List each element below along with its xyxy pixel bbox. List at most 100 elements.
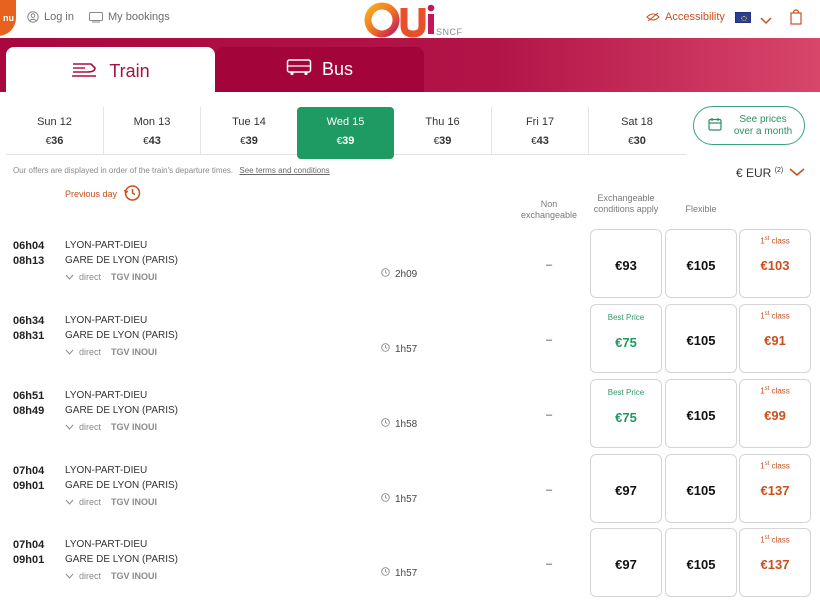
date-label: Thu 16	[425, 116, 460, 128]
bookings-label: My bookings	[108, 11, 170, 23]
non-exchangeable-fare: –	[546, 484, 553, 496]
destination-station: GARE DE LYON (PARIS)	[65, 480, 178, 491]
destination-station: GARE DE LYON (PARIS)	[65, 255, 178, 266]
departure-time: 07h04	[13, 465, 45, 477]
trip-duration: 2h09	[381, 268, 417, 280]
train-row[interactable]: 06h04 08h13 LYON-PART-DIEU GARE DE LYON …	[0, 229, 820, 301]
fare-amount: €103	[760, 258, 790, 273]
date-tab[interactable]: Sat 18 €30	[588, 107, 685, 155]
fare-amount: €105	[686, 408, 716, 423]
fare-amount: €105	[686, 483, 716, 498]
train-row[interactable]: 06h51 08h49 LYON-PART-DIEU GARE DE LYON …	[0, 379, 820, 451]
fare-first-class[interactable]: 1st class €91	[739, 304, 811, 373]
shopping-bag-icon[interactable]	[790, 9, 802, 30]
date-price: €39	[240, 135, 258, 147]
column-header-exchangeable: Exchangeable conditions apply	[593, 193, 659, 214]
fare-exchangeable[interactable]: €93	[590, 229, 662, 298]
fare-flexible[interactable]: €105	[665, 454, 737, 523]
train-details-toggle[interactable]: direct TGV INOUI	[65, 571, 157, 581]
fare-amount: €99	[764, 408, 786, 423]
login-link[interactable]: Log in	[27, 11, 74, 23]
trip-duration: 1h57	[381, 493, 417, 505]
date-tab[interactable]: Tue 14 €39	[200, 107, 297, 155]
departure-time: 06h51	[13, 390, 45, 402]
eu-flag-icon[interactable]	[735, 12, 751, 23]
fare-exchangeable[interactable]: Best Price €75	[590, 379, 662, 448]
fare-first-class[interactable]: 1st class €137	[739, 454, 811, 523]
fare-amount: €105	[686, 333, 716, 348]
train-type: TGV INOUI	[111, 347, 158, 357]
arrival-time: 09h01	[13, 480, 45, 492]
fare-amount: €91	[764, 333, 786, 348]
fare-amount: €105	[686, 258, 716, 273]
date-label: Tue 14	[232, 116, 266, 128]
destination-station: GARE DE LYON (PARIS)	[65, 330, 178, 341]
date-tab[interactable]: Thu 16 €39	[394, 107, 491, 155]
date-price: €39	[336, 135, 355, 147]
train-type: TGV INOUI	[111, 497, 158, 507]
duration-value: 1h57	[395, 343, 418, 355]
currency-value: € EUR (2)	[736, 166, 784, 180]
currency-selector[interactable]: € EUR (2)	[736, 166, 805, 180]
train-type: TGV INOUI	[111, 422, 158, 432]
fare-amount: €93	[615, 258, 637, 273]
menu-button[interactable]: nu	[0, 0, 16, 36]
first-class-label: 1st class	[760, 461, 790, 471]
first-class-label: 1st class	[760, 386, 790, 396]
best-price-label: Best Price	[607, 388, 645, 397]
train-details-toggle[interactable]: direct TGV INOUI	[65, 347, 157, 357]
fare-flexible[interactable]: €105	[665, 304, 737, 373]
clock-icon	[381, 493, 390, 505]
date-tab-selected[interactable]: Wed 15 €39	[297, 107, 394, 159]
accessibility-link[interactable]: Accessibility	[646, 11, 725, 23]
fare-amount: €137	[760, 483, 790, 498]
column-header-non-exchangeable: Non exchangeable	[520, 199, 578, 220]
tab-train-label: Train	[109, 60, 150, 81]
train-row[interactable]: 07h04 09h01 LYON-PART-DIEU GARE DE LYON …	[0, 528, 820, 600]
train-details-toggle[interactable]: direct TGV INOUI	[65, 497, 157, 507]
my-bookings-link[interactable]: My bookings	[89, 11, 170, 23]
direct-label: direct	[79, 497, 102, 507]
tab-bus[interactable]: Bus	[215, 47, 424, 92]
fare-exchangeable[interactable]: €97	[590, 454, 662, 523]
fare-amount: €75	[615, 335, 637, 350]
fare-exchangeable[interactable]: Best Price €75	[590, 304, 662, 373]
direct-label: direct	[79, 272, 102, 282]
train-row[interactable]: 06h34 08h31 LYON-PART-DIEU GARE DE LYON …	[0, 304, 820, 376]
fare-flexible[interactable]: €105	[665, 379, 737, 448]
train-row[interactable]: 07h04 09h01 LYON-PART-DIEU GARE DE LYON …	[0, 454, 820, 526]
chevron-down-icon[interactable]	[760, 12, 772, 30]
fare-exchangeable[interactable]: €97	[590, 528, 662, 597]
accessibility-label: Accessibility	[665, 11, 725, 23]
date-price: €43	[531, 135, 549, 147]
date-tab[interactable]: Fri 17 €43	[491, 107, 588, 155]
duration-value: 1h57	[395, 567, 418, 579]
direct-label: direct	[79, 571, 102, 581]
date-tab[interactable]: Mon 13 €43	[103, 107, 200, 155]
direct-label: direct	[79, 422, 102, 432]
fare-first-class[interactable]: 1st class €103	[739, 229, 811, 298]
fare-amount: €137	[760, 557, 790, 572]
train-details-toggle[interactable]: direct TGV INOUI	[65, 422, 157, 432]
departure-time: 06h34	[13, 315, 45, 327]
destination-station: GARE DE LYON (PARIS)	[65, 405, 178, 416]
tab-train[interactable]: Train	[6, 47, 215, 95]
non-exchangeable-fare: –	[546, 558, 553, 570]
previous-day-link[interactable]: Previous day	[65, 184, 141, 204]
trip-duration: 1h57	[381, 567, 417, 579]
origin-station: LYON-PART-DIEU	[65, 315, 148, 326]
train-details-toggle[interactable]: direct TGV INOUI	[65, 272, 157, 282]
arrival-time: 08h49	[13, 405, 45, 417]
see-prices-month-button[interactable]: See prices over a month	[693, 106, 805, 145]
terms-link[interactable]: See terms and conditions	[239, 166, 329, 175]
fare-flexible[interactable]: €105	[665, 528, 737, 597]
fare-amount: €105	[686, 557, 716, 572]
fare-flexible[interactable]: €105	[665, 229, 737, 298]
fare-first-class[interactable]: 1st class €99	[739, 379, 811, 448]
fare-first-class[interactable]: 1st class €137	[739, 528, 811, 597]
first-class-label: 1st class	[760, 311, 790, 321]
login-label: Log in	[44, 11, 74, 23]
departure-time: 06h04	[13, 240, 45, 252]
origin-station: LYON-PART-DIEU	[65, 240, 148, 251]
date-tab[interactable]: Sun 12 €36	[6, 107, 103, 155]
